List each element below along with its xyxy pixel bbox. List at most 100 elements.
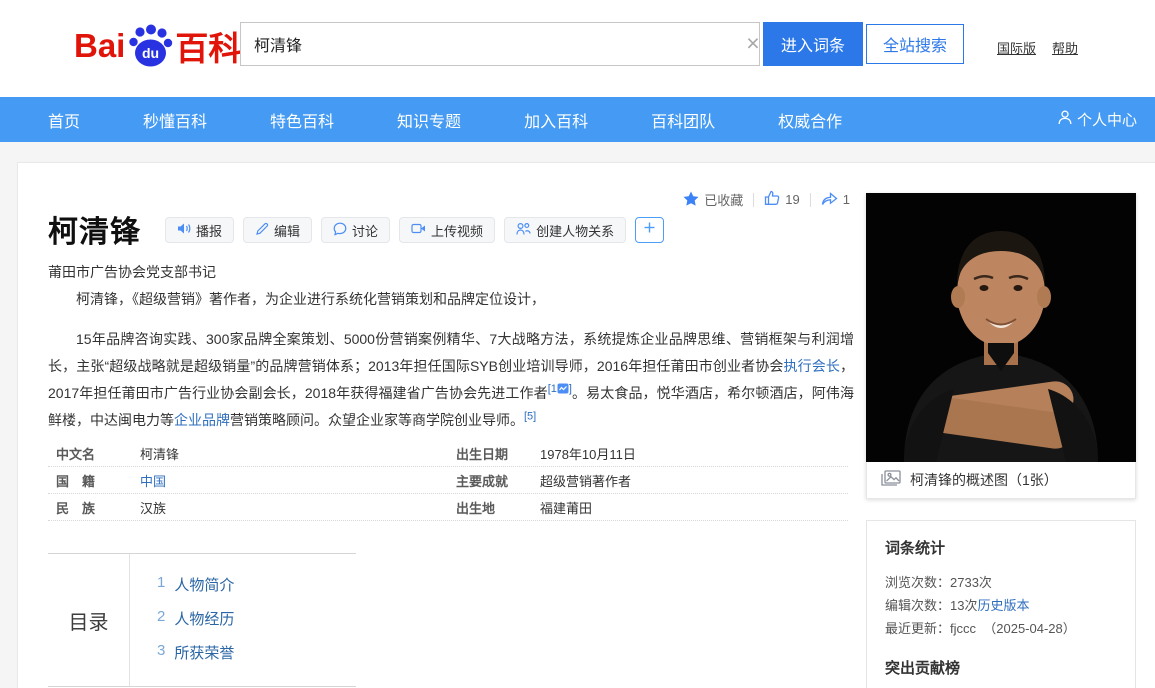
baidu-baike-logo[interactable]: Bai du 百科 [74,22,241,70]
photo-caption-bar[interactable]: 柯清锋的概述图（1张） [866,462,1136,499]
baidu-baike-page: Bai du 百科 × 进入词条 全站搜索 国际版 帮助 首页 秒懂百科 [0,0,1155,688]
speaker-icon [177,222,191,238]
divider [810,193,811,207]
portrait-photo[interactable] [866,193,1136,462]
enter-entry-button[interactable]: 进入词条 [763,22,863,66]
toc-list: 1 人物简介 2 人物经历 3 所获荣誉 [130,554,234,686]
toc-label: 人物经历 [174,608,234,629]
svg-text:du: du [142,45,159,61]
share-count: 1 [843,192,850,207]
logo-text-bai: Bai [74,27,125,65]
plus-icon [643,221,656,239]
create-relation-button[interactable]: 创建人物关系 [504,217,626,243]
divider [753,193,754,207]
views-count: 2733次 [950,575,992,590]
user-center-button[interactable]: 个人中心 [1058,97,1137,142]
person-icon [1058,110,1072,129]
info-label: 民 族 [48,498,140,517]
nav-item-home[interactable]: 首页 [48,108,80,132]
history-versions-link[interactable]: 历史版本 [977,598,1029,613]
logo-text-baike: 百科 [175,22,241,70]
add-button[interactable] [635,217,664,243]
social-row: 已收藏 19 1 [48,190,850,209]
top-header: Bai du 百科 × 进入词条 全站搜索 国际版 帮助 [0,0,1155,97]
contribution-board-title: 突出贡献榜 [885,657,1117,678]
updater-name: fjccc [950,621,976,636]
nav-item-team[interactable]: 百科团队 [651,108,715,132]
paragraph-text: 15年品牌咨询实践、300家品牌全案策划、5000份营销案例精华、7大战略方法，… [48,331,854,374]
site-search-button[interactable]: 全站搜索 [866,24,964,64]
reference-1[interactable]: [1] [548,383,572,395]
favorited-button[interactable]: 已收藏 [683,190,743,209]
stats-title: 词条统计 [885,537,1117,558]
reference-5[interactable]: [5] [524,410,536,422]
toc-item-3[interactable]: 3 所获荣誉 [157,642,234,663]
link-qiyepinpai[interactable]: 企业品牌 [174,412,230,428]
like-count: 19 [785,192,799,207]
info-label: 出生地 [448,498,540,517]
edit-label: 编辑 [274,221,300,240]
discuss-label: 讨论 [352,221,378,240]
broadcast-label: 播报 [196,221,222,240]
views-line: 浏览次数：2733次 [885,571,1117,594]
nav-item-miaodong[interactable]: 秒懂百科 [143,108,207,132]
page-title: 柯清锋 [48,207,141,251]
link-zhixinghuizhang[interactable]: 执行会长 [784,358,840,374]
like-button[interactable]: 19 [764,190,799,209]
edit-button[interactable]: 编辑 [243,217,312,243]
info-label: 主要成就 [448,471,540,490]
info-value: 柯清锋 [140,444,179,463]
entry-stats-card: 词条统计 浏览次数：2733次 编辑次数：13次历史版本 最近更新：fjccc … [866,520,1136,688]
basic-info-table: 中文名 柯清锋 出生日期 1978年10月11日 国 籍 中国 主要成就 超级营… [48,440,848,521]
info-label: 国 籍 [48,471,140,490]
update-date: （2025-04-28） [983,621,1076,636]
table-of-contents: 目录 1 人物简介 2 人物经历 3 所获荣誉 [48,553,356,687]
people-relation-icon [516,222,531,239]
thumbs-up-icon [764,190,780,209]
edits-line: 编辑次数：13次历史版本 [885,594,1117,617]
nav-item-quanwei[interactable]: 权威合作 [778,108,842,132]
create-relation-label: 创建人物关系 [536,221,614,240]
info-value-link-china[interactable]: 中国 [140,471,166,490]
international-version-link[interactable]: 国际版 [997,38,1036,57]
toc-item-2[interactable]: 2 人物经历 [157,608,234,629]
overview-photo-card: 柯清锋的概述图（1张） [866,193,1136,499]
upload-video-label: 上传视频 [431,221,483,240]
star-icon [683,191,699,209]
share-icon [821,191,838,209]
nav-item-join[interactable]: 加入百科 [524,108,588,132]
toc-label: 人物简介 [174,574,234,595]
info-value: 福建莆田 [540,498,592,517]
info-value: 1978年10月11日 [540,444,636,463]
toc-title: 目录 [48,554,130,686]
baidu-paw-icon: du [127,23,173,69]
toc-number: 1 [157,574,165,595]
nav-item-tese[interactable]: 特色百科 [270,108,334,132]
main-nav: 首页 秒懂百科 特色百科 知识专题 加入百科 百科团队 权威合作 个人中心 [0,97,1155,142]
help-link[interactable]: 帮助 [1052,38,1078,57]
info-value: 汉族 [140,498,166,517]
info-label: 出生日期 [448,444,540,463]
chat-bubble-icon [333,222,347,239]
table-row: 中文名 柯清锋 出生日期 1978年10月11日 [48,440,848,467]
table-row: 国 籍 中国 主要成就 超级营销著作者 [48,467,848,494]
paragraph-text: 营销策略顾问。众望企业家等商学院创业导师。 [230,412,524,428]
pencil-icon [255,222,269,239]
summary-paragraph-1: 柯清锋，《超级营销》著作者，为企业进行系统化营销策划和品牌定位设计， [48,286,854,313]
entry-subtitle: 莆田市广告协会党支部书记 [48,262,216,282]
nav-item-zhishi[interactable]: 知识专题 [397,108,461,132]
favorited-label: 已收藏 [704,190,743,209]
summary-paragraph-2: 15年品牌咨询实践、300家品牌全案策划、5000份营销案例精华、7大战略方法，… [48,326,854,434]
upload-video-button[interactable]: 上传视频 [399,217,495,243]
toc-item-1[interactable]: 1 人物简介 [157,574,234,595]
toc-label: 所获荣誉 [174,642,234,663]
photo-caption-text: 柯清锋的概述图（1张） [910,470,1058,490]
toc-number: 2 [157,608,165,629]
picture-icon [881,470,901,490]
search-input[interactable] [240,22,760,66]
share-button[interactable]: 1 [821,191,850,209]
discuss-button[interactable]: 讨论 [321,217,390,243]
update-line: 最近更新：fjccc （2025-04-28） [885,617,1117,640]
broadcast-button[interactable]: 播报 [165,217,234,243]
info-value: 超级营销著作者 [540,471,631,490]
